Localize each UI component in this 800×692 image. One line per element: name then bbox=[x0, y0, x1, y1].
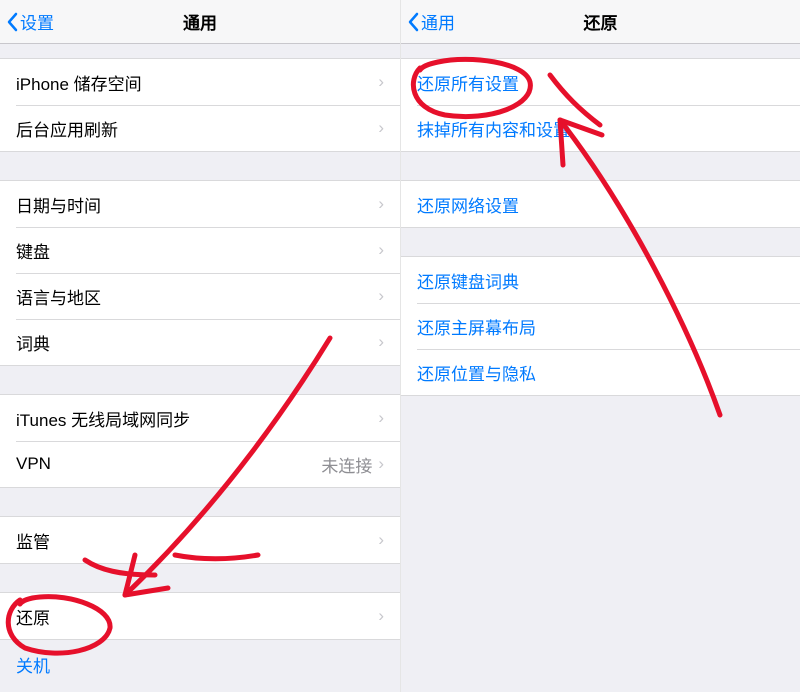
vpn-status: 未连接 bbox=[321, 452, 372, 477]
row-label: 语言与地区 bbox=[16, 284, 101, 309]
row-iphone-storage[interactable]: iPhone 储存空间 › bbox=[0, 59, 400, 105]
row-label: 抹掉所有内容和设置 bbox=[417, 116, 570, 141]
group-reset-main: 还原所有设置 抹掉所有内容和设置 bbox=[401, 58, 800, 152]
back-label: 通用 bbox=[421, 9, 455, 34]
row-date-time[interactable]: 日期与时间 › bbox=[0, 181, 400, 227]
row-label: 键盘 bbox=[16, 238, 50, 263]
row-label: 还原主屏幕布局 bbox=[417, 314, 536, 339]
page-title-general: 通用 bbox=[183, 9, 217, 34]
row-label: 还原位置与隐私 bbox=[417, 360, 536, 385]
shutdown-label: 关机 bbox=[16, 657, 50, 676]
row-reset-all-settings[interactable]: 还原所有设置 bbox=[401, 59, 800, 105]
group-reset-network: 还原网络设置 bbox=[401, 180, 800, 228]
row-reset-keyboard-dict[interactable]: 还原键盘词典 bbox=[401, 257, 800, 303]
row-supervision[interactable]: 监管 › bbox=[0, 517, 400, 563]
group-reset: 还原 › bbox=[0, 592, 400, 640]
group-reset-other: 还原键盘词典 还原主屏幕布局 还原位置与隐私 bbox=[401, 256, 800, 396]
chevron-right-icon: › bbox=[378, 240, 384, 260]
group-storage: iPhone 储存空间 › 后台应用刷新 › bbox=[0, 58, 400, 152]
chevron-right-icon: › bbox=[378, 408, 384, 428]
page-title-reset: 还原 bbox=[584, 9, 618, 34]
row-vpn[interactable]: VPN 未连接 › bbox=[0, 441, 400, 487]
chevron-right-icon: › bbox=[378, 286, 384, 306]
chevron-right-icon: › bbox=[378, 118, 384, 138]
chevron-right-icon: › bbox=[378, 606, 384, 626]
chevron-right-icon: › bbox=[378, 194, 384, 214]
chevron-left-icon bbox=[6, 12, 18, 32]
general-settings-pane: 设置 通用 iPhone 储存空间 › 后台应用刷新 › 日期与时间 › bbox=[0, 0, 400, 692]
chevron-right-icon: › bbox=[378, 454, 384, 474]
back-to-settings[interactable]: 设置 bbox=[6, 9, 54, 34]
row-label: 后台应用刷新 bbox=[16, 116, 118, 141]
row-label: iTunes 无线局域网同步 bbox=[16, 406, 190, 431]
chevron-right-icon: › bbox=[378, 530, 384, 550]
row-language-region[interactable]: 语言与地区 › bbox=[0, 273, 400, 319]
row-label: 还原 bbox=[16, 604, 50, 629]
row-reset-network[interactable]: 还原网络设置 bbox=[401, 181, 800, 227]
row-keyboard[interactable]: 键盘 › bbox=[0, 227, 400, 273]
row-label: iPhone 储存空间 bbox=[16, 70, 142, 95]
row-itunes-wifi-sync[interactable]: iTunes 无线局域网同步 › bbox=[0, 395, 400, 441]
row-label: 还原网络设置 bbox=[417, 192, 519, 217]
shutdown-link[interactable]: 关机 bbox=[0, 640, 400, 677]
back-to-general[interactable]: 通用 bbox=[407, 9, 455, 34]
row-reset-location-privacy[interactable]: 还原位置与隐私 bbox=[401, 349, 800, 395]
chevron-left-icon bbox=[407, 12, 419, 32]
chevron-right-icon: › bbox=[378, 332, 384, 352]
row-erase-all[interactable]: 抹掉所有内容和设置 bbox=[401, 105, 800, 151]
reset-settings-pane: 通用 还原 还原所有设置 抹掉所有内容和设置 还原网络设置 还原键盘词典 还原主… bbox=[400, 0, 800, 692]
row-label: 日期与时间 bbox=[16, 192, 101, 217]
row-dictionary[interactable]: 词典 › bbox=[0, 319, 400, 365]
back-label: 设置 bbox=[20, 9, 54, 34]
row-label: 词典 bbox=[16, 330, 50, 355]
row-reset[interactable]: 还原 › bbox=[0, 593, 400, 639]
navbar-left: 设置 通用 bbox=[0, 0, 400, 44]
row-reset-home-layout[interactable]: 还原主屏幕布局 bbox=[401, 303, 800, 349]
row-background-refresh[interactable]: 后台应用刷新 › bbox=[0, 105, 400, 151]
chevron-right-icon: › bbox=[378, 72, 384, 92]
row-label: VPN bbox=[16, 454, 51, 474]
row-label: 还原键盘词典 bbox=[417, 268, 519, 293]
group-supervision: 监管 › bbox=[0, 516, 400, 564]
row-label: 监管 bbox=[16, 528, 50, 553]
group-network: iTunes 无线局域网同步 › VPN 未连接 › bbox=[0, 394, 400, 488]
navbar-right: 通用 还原 bbox=[401, 0, 800, 44]
row-label: 还原所有设置 bbox=[417, 70, 519, 95]
group-locale: 日期与时间 › 键盘 › 语言与地区 › 词典 › bbox=[0, 180, 400, 366]
